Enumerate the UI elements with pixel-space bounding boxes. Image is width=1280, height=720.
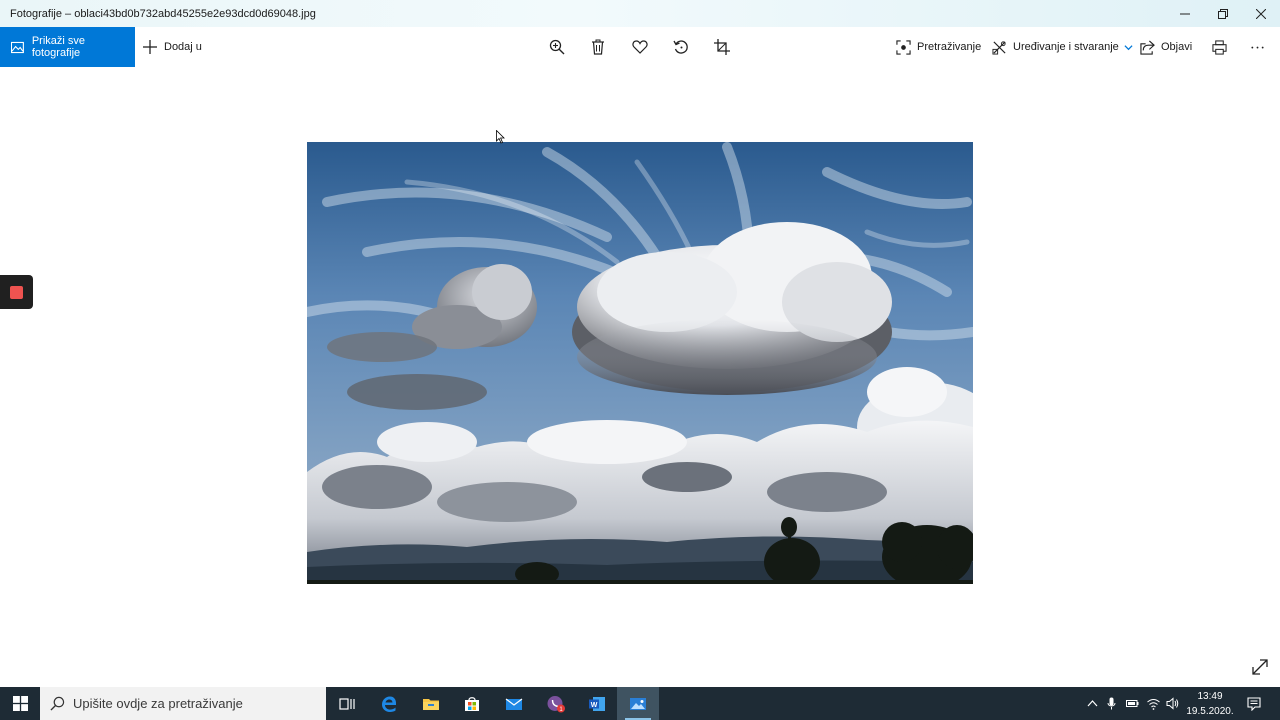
- file-explorer-taskbar-button[interactable]: [410, 687, 452, 720]
- add-to-button[interactable]: Dodaj u: [143, 27, 202, 67]
- minimize-button[interactable]: [1166, 0, 1204, 27]
- viber-taskbar-button[interactable]: 1: [535, 687, 577, 720]
- zoom-icon: [549, 39, 565, 55]
- plus-icon: [143, 40, 157, 54]
- edit-create-button[interactable]: Uređivanje i stvaranje: [992, 27, 1133, 67]
- task-view-icon: [339, 697, 355, 710]
- edit-create-icon: [992, 40, 1006, 55]
- visual-search-label: Pretraživanje: [917, 41, 982, 53]
- mail-icon: [505, 698, 523, 710]
- zoom-button[interactable]: [547, 37, 567, 57]
- action-center-button[interactable]: [1242, 687, 1266, 720]
- fullscreen-icon[interactable]: [1251, 658, 1269, 676]
- windows-logo-icon: [12, 696, 28, 711]
- show-all-photos-label: Prikaži sve fotografije: [31, 35, 86, 59]
- search-icon: [50, 696, 65, 711]
- taskbar-search-placeholder: Upišite ovdje za pretraživanje: [73, 696, 243, 711]
- photos-app-window: Fotografije – oblaci43bd0b732abd45255e2e…: [0, 0, 1280, 687]
- store-icon: [465, 696, 479, 711]
- heart-icon: [632, 40, 648, 54]
- volume-icon: [1166, 697, 1178, 710]
- favorite-button[interactable]: [630, 37, 650, 57]
- more-options-button[interactable]: [1250, 27, 1271, 67]
- clouds-photo: [307, 142, 973, 584]
- rotate-button[interactable]: [671, 37, 691, 57]
- svg-text:W: W: [591, 701, 598, 708]
- store-taskbar-button[interactable]: [451, 687, 493, 720]
- word-taskbar-button[interactable]: W: [576, 687, 618, 720]
- viber-icon: 1: [547, 695, 565, 713]
- window-title: Fotografije – oblaci43bd0b732abd45255e2e…: [10, 7, 316, 20]
- show-hidden-icons-button[interactable]: [1082, 687, 1102, 720]
- visual-search-button[interactable]: Pretraživanje: [896, 27, 981, 67]
- chevron-down-icon: [1124, 44, 1133, 50]
- command-bar: Prikaži sve fotografije Dodaj u Pretraži…: [0, 27, 1280, 67]
- photos-taskbar-button[interactable]: [617, 687, 659, 720]
- mail-taskbar-button[interactable]: [493, 687, 535, 720]
- mouse-cursor-icon: [496, 130, 505, 144]
- volume-tray-button[interactable]: [1162, 687, 1182, 720]
- share-label: Objavi: [1161, 41, 1193, 53]
- recording-stop-button[interactable]: [0, 275, 33, 309]
- maximize-button[interactable]: [1204, 0, 1242, 27]
- show-all-photos-button[interactable]: Prikaži sve fotografije: [0, 27, 135, 67]
- share-button[interactable]: Objavi: [1140, 27, 1192, 67]
- wifi-icon: [1146, 699, 1160, 710]
- more-icon: [1251, 46, 1264, 48]
- word-icon: W: [589, 696, 605, 711]
- title-bar: Fotografije – oblaci43bd0b732abd45255e2e…: [0, 0, 1280, 27]
- edge-taskbar-button[interactable]: [368, 687, 410, 720]
- photo-icon: [11, 41, 24, 53]
- print-icon: [1212, 39, 1227, 55]
- crop-icon: [714, 39, 730, 55]
- edge-icon: [382, 696, 397, 712]
- crop-button[interactable]: [712, 37, 732, 57]
- start-button[interactable]: [0, 687, 40, 720]
- close-button[interactable]: [1242, 0, 1280, 27]
- photos-icon: [630, 697, 646, 710]
- battery-icon: [1125, 700, 1138, 707]
- stop-icon: [10, 285, 23, 299]
- microphone-tray-button[interactable]: [1101, 687, 1121, 720]
- battery-tray-button[interactable]: [1122, 687, 1142, 720]
- close-icon: [1256, 8, 1266, 19]
- share-icon: [1140, 40, 1155, 55]
- taskbar-clock[interactable]: 13:49 19.5.2020.: [1182, 687, 1238, 720]
- delete-button[interactable]: [588, 37, 608, 57]
- wifi-tray-button[interactable]: [1143, 687, 1163, 720]
- microphone-icon: [1107, 697, 1115, 710]
- add-to-label: Dodaj u: [164, 41, 202, 53]
- print-button[interactable]: [1212, 27, 1233, 67]
- edit-create-label: Uređivanje i stvaranje: [1013, 41, 1119, 53]
- file-explorer-icon: [423, 698, 439, 710]
- rotate-icon: [673, 40, 688, 54]
- minimize-icon: [1180, 13, 1190, 14]
- clock-date: 19.5.2020.: [1186, 705, 1234, 717]
- taskbar-search-box[interactable]: Upišite ovdje za pretraživanje: [40, 687, 326, 720]
- maximize-icon: [1218, 8, 1228, 19]
- delete-icon: [592, 39, 604, 55]
- clock-time: 13:49: [1197, 690, 1223, 702]
- taskbar: Upišite ovdje za pretraživanje 1 W 13:49…: [0, 687, 1280, 720]
- chevron-up-icon: [1087, 700, 1097, 707]
- task-view-button[interactable]: [326, 687, 368, 720]
- visual-search-icon: [896, 39, 911, 55]
- notification-icon: [1247, 696, 1261, 711]
